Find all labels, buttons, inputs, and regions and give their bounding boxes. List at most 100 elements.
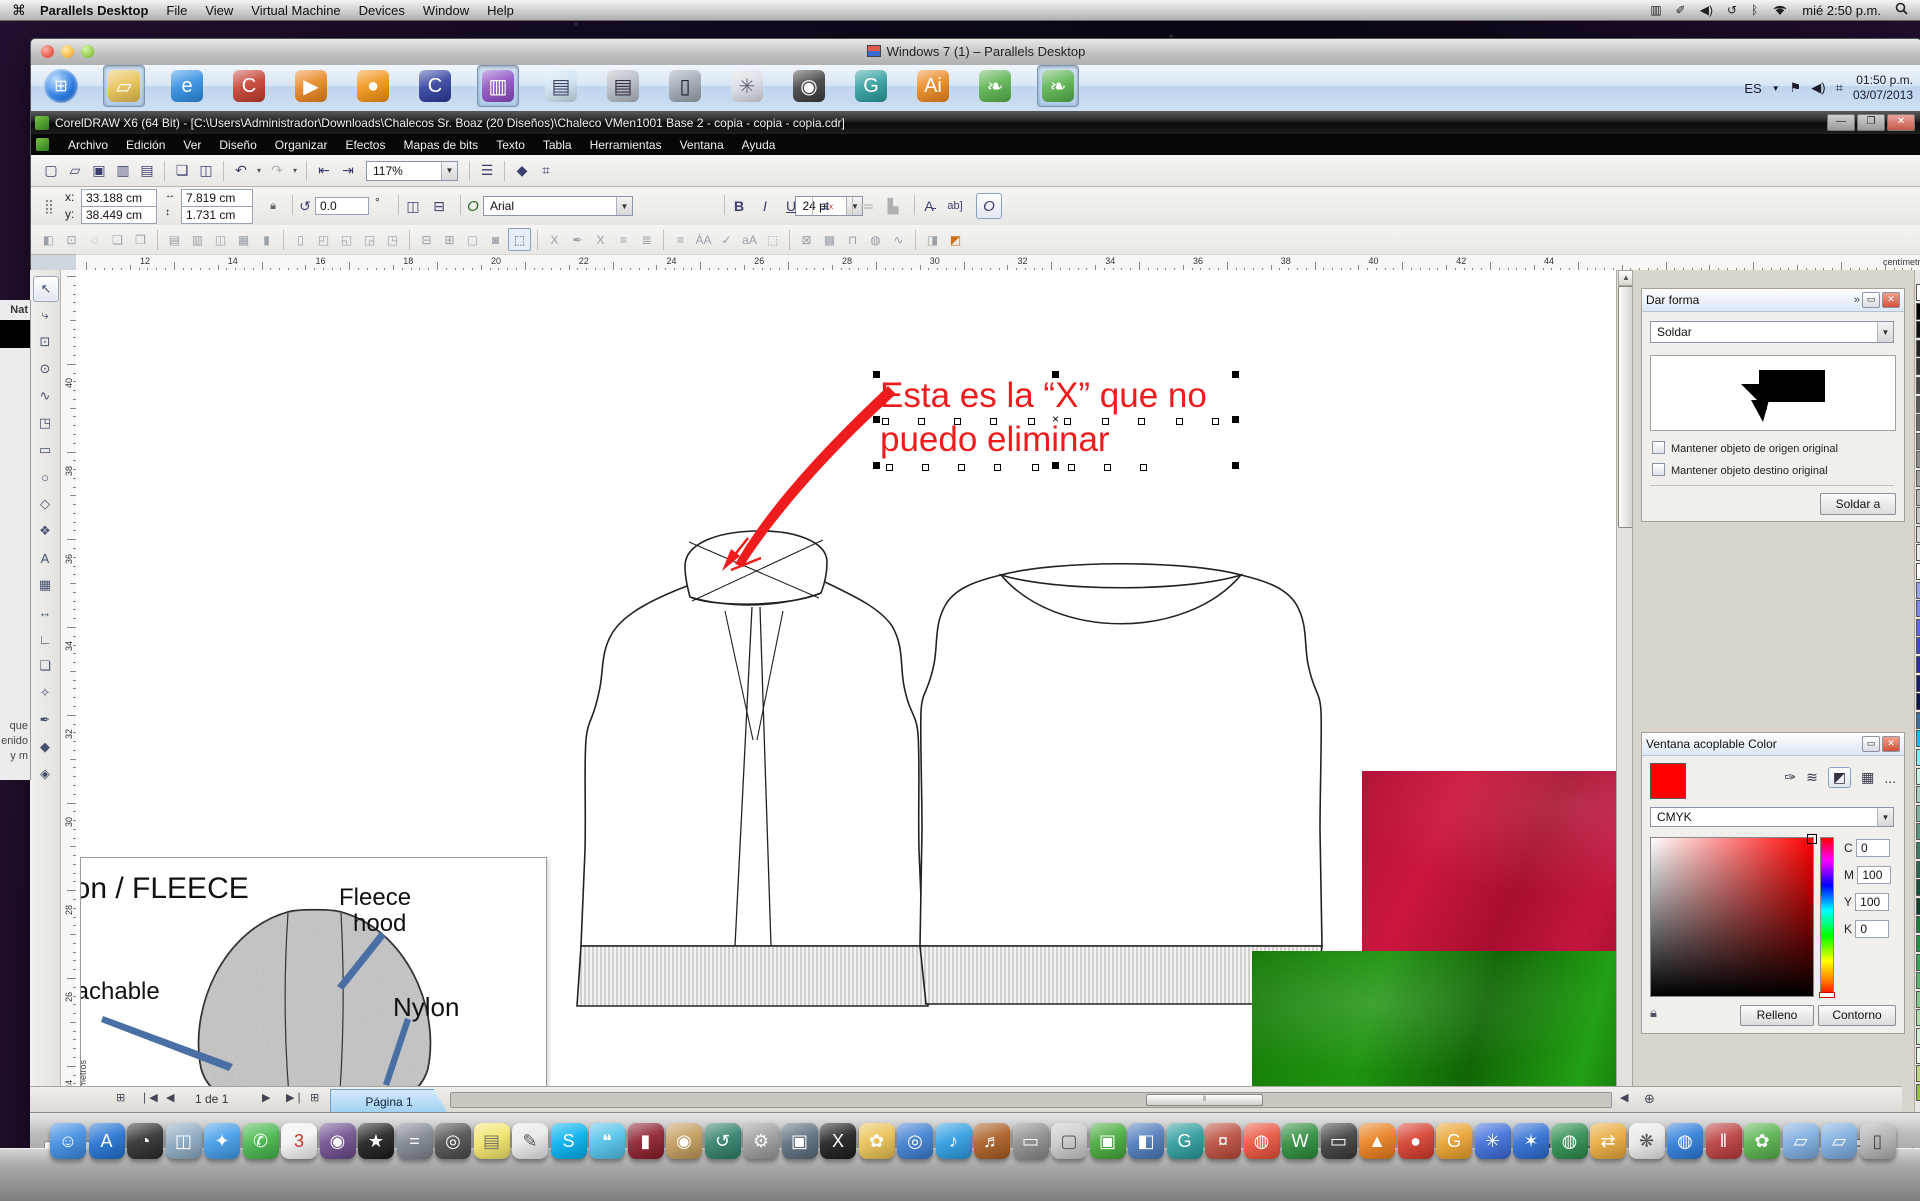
dock-idvd[interactable]: ◎ <box>897 1123 933 1159</box>
character-formatting-button[interactable]: A̵ <box>918 195 940 217</box>
palette-swatch-39[interactable] <box>1916 1009 1920 1026</box>
palette-swatch-43[interactable] <box>1916 1084 1920 1101</box>
palette-swatch-19[interactable] <box>1916 637 1920 654</box>
selection-handle[interactable] <box>1052 371 1059 378</box>
dock-ichat[interactable]: ❝ <box>589 1123 625 1159</box>
pen-tablet-icon[interactable]: ✐ <box>1676 3 1686 17</box>
palette-swatch-29[interactable] <box>1916 823 1920 840</box>
secondary-tool-29[interactable]: ⬚ <box>762 229 783 250</box>
menubar-item-file[interactable]: File <box>166 3 187 18</box>
quicklaunch-internet-explorer[interactable]: e <box>167 66 207 106</box>
close-button[interactable]: ✕ <box>1887 114 1915 131</box>
first-page-icon[interactable]: ❘◀ <box>140 1091 158 1104</box>
redo-icon[interactable]: ↷ <box>266 160 288 182</box>
corel-menu-archivo[interactable]: Archivo <box>59 138 117 152</box>
dock-globe-app[interactable]: ◍ <box>1552 1123 1588 1159</box>
palette-swatch-35[interactable] <box>1916 935 1920 952</box>
eyedropper-icon[interactable]: ✑ <box>1784 769 1796 786</box>
quicklaunch-start-orb[interactable]: ⊞ <box>41 66 81 106</box>
secondary-tool-19[interactable]: ⬚ <box>508 228 531 251</box>
dock-folder-apps[interactable]: ▱ <box>1783 1123 1819 1159</box>
secondary-tool-20[interactable]: X <box>544 229 565 250</box>
connector-tool[interactable]: ∟ <box>33 627 57 651</box>
menubar-item-devices[interactable]: Devices <box>359 3 405 18</box>
outline-button[interactable]: Contorno <box>1818 1005 1896 1026</box>
dock-media-bars-app[interactable]: ‖ <box>1706 1123 1742 1159</box>
volume-icon[interactable]: ◀) <box>1700 3 1713 17</box>
dock-g-app[interactable]: G <box>1436 1123 1472 1159</box>
secondary-tool-2[interactable]: ◌ <box>84 229 105 250</box>
quicklaunch-adobe-illustrator[interactable]: Ai <box>913 66 953 106</box>
selection-handle[interactable] <box>1232 416 1239 423</box>
ellipse-tool[interactable]: ○ <box>33 465 57 489</box>
quicklaunch-camera-app[interactable]: ◉ <box>789 66 829 106</box>
text-alignment-button[interactable]: ≡x <box>816 195 838 217</box>
secondary-tool-33[interactable]: ◍ <box>865 229 886 250</box>
dock-hp-utility[interactable]: ✶ <box>1513 1123 1549 1159</box>
palette-swatch-17[interactable] <box>1916 600 1920 617</box>
text-node-marker[interactable] <box>1102 418 1109 425</box>
text-node-marker[interactable] <box>958 464 965 471</box>
lock-icon[interactable]: 🔒︎ <box>1650 1005 1657 1021</box>
secondary-tool-12[interactable]: ◱ <box>336 229 357 250</box>
docker-minimize-button[interactable]: ▭ <box>1862 292 1880 308</box>
undo-caret-icon[interactable]: ▾ <box>254 160 264 182</box>
time-machine-icon[interactable]: ↺ <box>1727 3 1737 17</box>
dock-coreldraw-dock[interactable]: ✿ <box>1744 1123 1780 1159</box>
quicklaunch-media-device[interactable]: ▯ <box>665 66 705 106</box>
zoom-doc-icon[interactable]: ⊕ <box>1644 1091 1655 1107</box>
text-node-marker[interactable] <box>1176 418 1183 425</box>
color-picker-marker[interactable] <box>1807 834 1817 844</box>
corel-menu-texto[interactable]: Texto <box>487 138 534 152</box>
text-node-marker[interactable] <box>1028 418 1035 425</box>
dock-photo-booth[interactable]: ◉ <box>320 1123 356 1159</box>
palette-swatch-4[interactable] <box>1916 358 1920 375</box>
secondary-tool-13[interactable]: ◲ <box>359 229 380 250</box>
quicklaunch-ec-app[interactable]: C <box>415 66 455 106</box>
dock-atom-app[interactable]: ✳ <box>1475 1123 1511 1159</box>
palette-swatch-24[interactable] <box>1916 730 1920 747</box>
corel-menu-efectos[interactable]: Efectos <box>336 138 394 152</box>
palette-swatch-22[interactable] <box>1916 693 1920 710</box>
horizontal-scrollbar[interactable]: ⦀ <box>450 1092 1612 1108</box>
more-options-icon[interactable]: ... <box>1884 770 1896 786</box>
palette-swatch-31[interactable] <box>1916 861 1920 878</box>
corel-menu-mapas-de-bits[interactable]: Mapas de bits <box>394 138 487 152</box>
undo-icon[interactable]: ↶ <box>230 160 252 182</box>
text-node-marker[interactable] <box>954 418 961 425</box>
palette-swatch-21[interactable] <box>1916 675 1920 692</box>
quicklaunch-corel-app-2[interactable]: ❧ <box>1037 65 1079 107</box>
selection-handle[interactable] <box>873 371 880 378</box>
rotation-field[interactable]: 0.0 <box>315 197 369 215</box>
palette-swatch-5[interactable] <box>1916 377 1920 394</box>
secondary-tool-6[interactable]: ▥ <box>187 229 208 250</box>
palette-swatch-13[interactable] <box>1916 526 1920 543</box>
scroll-left-icon[interactable]: ◀ <box>1620 1091 1628 1104</box>
secondary-tool-8[interactable]: ▦ <box>233 229 254 250</box>
hue-strip[interactable] <box>1820 837 1834 997</box>
dock-x11[interactable]: X <box>820 1123 856 1159</box>
secondary-tool-23[interactable]: ≡ <box>613 229 634 250</box>
palette-swatch-7[interactable] <box>1916 414 1920 431</box>
dock-backpack-app[interactable]: ◧ <box>1128 1123 1164 1159</box>
secondary-tool-26[interactable]: ÁA <box>693 229 714 250</box>
corel-menu-organizar[interactable]: Organizar <box>266 138 337 152</box>
shape-tool[interactable]: ⤷ <box>33 303 57 327</box>
dimension-tool[interactable]: ↔ <box>33 600 57 624</box>
x-position-field[interactable]: 33.188 cm <box>81 189 157 207</box>
zoom-level-combo[interactable]: 117%▼ <box>366 161 458 181</box>
dock-system-preferences[interactable]: ⚙ <box>743 1123 779 1159</box>
secondary-tool-17[interactable]: ▢ <box>462 229 483 250</box>
palette-swatch-42[interactable] <box>1916 1065 1920 1082</box>
dock-stickies[interactable]: ▤ <box>474 1123 510 1159</box>
palette-swatch-36[interactable] <box>1916 954 1920 971</box>
palette-swatch-30[interactable] <box>1916 842 1920 859</box>
dock-front-row[interactable]: ★ <box>358 1123 394 1159</box>
hue-marker[interactable] <box>1819 992 1835 998</box>
checkbox-icon[interactable] <box>1652 463 1665 476</box>
docker-minimize-button[interactable]: ▭ <box>1862 736 1880 752</box>
menubar-item-help[interactable]: Help <box>487 3 514 18</box>
dock-safari[interactable]: ✦ <box>204 1123 240 1159</box>
dock-google-earth[interactable]: ◍ <box>1667 1123 1703 1159</box>
vest-back[interactable] <box>920 564 1322 1004</box>
